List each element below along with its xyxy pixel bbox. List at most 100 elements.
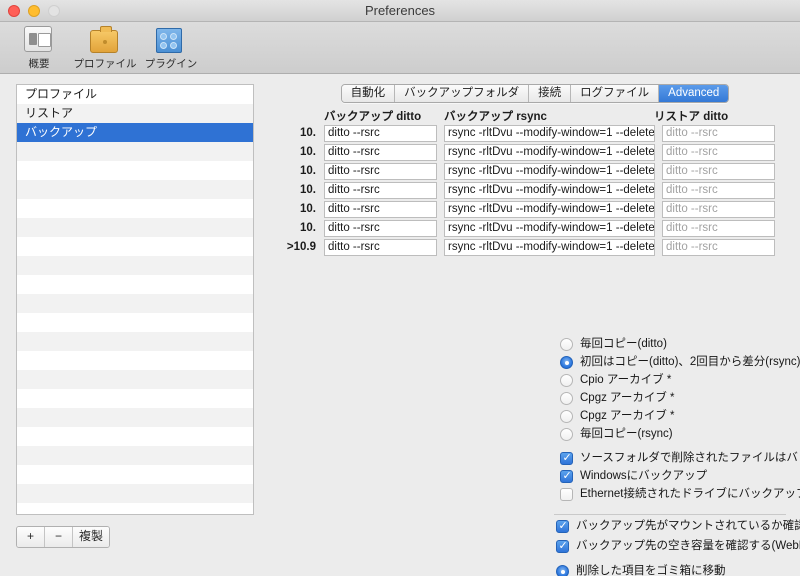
checkbox-icon-checked [556,519,569,533]
table-row: 10. ditto --rsrc rsync -rltDvu --modify-… [280,143,775,161]
list-item[interactable] [17,503,253,514]
row-version: 10. [300,146,316,158]
restore-ditto-field[interactable]: ditto --rsrc [662,238,775,256]
list-item[interactable] [17,446,253,465]
backup-ditto-field[interactable]: ditto --rsrc [324,124,437,142]
restore-ditto-field[interactable]: ditto --rsrc [662,162,775,180]
list-item[interactable] [17,180,253,199]
sidebar-item-label: プロファイル [25,87,98,101]
column-header-backup-ditto: バックアップ ditto [324,111,422,123]
row-version: 10. [300,165,316,177]
table-header-row: バックアップ ditto バックアップ rsync リストア ditto [280,108,775,124]
row-version: 10. [300,184,316,196]
list-item[interactable] [17,313,253,332]
radio-icon [560,338,573,351]
backup-rsync-field[interactable]: rsync -rltDvu --modify-window=1 --delete [444,124,655,142]
radio-label: 削除した項目をゴミ箱に移動 [576,565,726,576]
radio-label: 毎回コピー(ditto) [580,338,667,350]
add-button[interactable]: + [17,527,45,547]
backup-ditto-field[interactable]: ditto --rsrc [324,238,437,256]
list-item[interactable] [17,237,253,256]
tab-logfile[interactable]: ログファイル [571,85,660,102]
backup-rsync-field[interactable]: rsync -rltDvu --modify-window=1 --delete [444,162,655,180]
tab-advanced[interactable]: Advanced [659,85,729,102]
backup-rsync-field[interactable]: rsync -rltDvu --modify-window=1 --delete [444,238,655,256]
checkbox-icon-checked [560,451,573,465]
toolbar-item-profile[interactable]: プロファイル [74,24,137,71]
radio-cpio-archive[interactable]: Cpio アーカイブ * [560,372,800,390]
backup-rsync-field[interactable]: rsync -rltDvu --modify-window=1 --delete [444,200,655,218]
backup-rsync-field[interactable]: rsync -rltDvu --modify-window=1 --delete [444,219,655,237]
restore-ditto-field[interactable]: ditto --rsrc [662,219,775,237]
backup-ditto-field[interactable]: ditto --rsrc [324,200,437,218]
checkbox-label: Ethernet接続されたドライブにバックアップ [580,488,800,500]
radio-cpgz-archive-1[interactable]: Cpgz アーカイブ * [560,390,800,408]
tab-bar: 自動化 バックアップフォルダ 接続 ログファイル Advanced [280,84,790,103]
backup-rsync-field[interactable]: rsync -rltDvu --modify-window=1 --delete [444,143,655,161]
checkbox-backup-ethernet-drive[interactable]: Ethernet接続されたドライブにバックアップ [560,486,800,504]
list-item[interactable] [17,465,253,484]
backup-ditto-field[interactable]: ditto --rsrc [324,143,437,161]
backup-ditto-field[interactable]: ditto --rsrc [324,162,437,180]
settings-pane: 自動化 バックアップフォルダ 接続 ログファイル Advanced バックアップ… [268,74,800,576]
restore-ditto-field[interactable]: ditto --rsrc [662,200,775,218]
radio-first-ditto-then-rsync[interactable]: 初回はコピー(ditto)、2回目から差分(rsync) [560,354,800,372]
list-item[interactable] [17,370,253,389]
checkbox-verify-free-space[interactable]: バックアップ先の空き容量を確認する(WebDAVの場合は確認しません) [556,538,800,558]
toolbar-item-overview[interactable]: 概要 [8,24,70,71]
list-item[interactable] [17,484,253,503]
restore-ditto-field[interactable]: ditto --rsrc [662,143,775,161]
restore-ditto-field[interactable]: ditto --rsrc [662,124,775,142]
table-row: 10. ditto --rsrc rsync -rltDvu --modify-… [280,162,775,180]
column-header-restore-ditto: リストア ditto [654,111,729,123]
sidebar-item-backup[interactable]: バックアップ [17,123,253,142]
row-version: 10. [300,203,316,215]
checkbox-backup-to-windows[interactable]: Windowsにバックアップ [560,468,800,486]
list-item[interactable] [17,275,253,294]
list-item[interactable] [17,294,253,313]
list-item[interactable] [17,256,253,275]
sidebar-item-label: バックアップ [25,125,98,139]
remove-button[interactable]: − [45,527,73,547]
backup-rsync-field[interactable]: rsync -rltDvu --modify-window=1 --delete [444,181,655,199]
briefcase-icon [90,26,120,54]
list-item[interactable] [17,427,253,446]
list-item[interactable] [17,332,253,351]
tab-backup-folder[interactable]: バックアップフォルダ [395,85,530,102]
list-item[interactable] [17,142,253,161]
list-item[interactable] [17,351,253,370]
duplicate-button[interactable]: 複製 [73,527,110,547]
radio-label: Cpgz アーカイブ * [580,392,675,404]
radio-move-to-trash[interactable]: 削除した項目をゴミ箱に移動 [556,563,800,576]
toolbar-item-plugin[interactable]: プラグイン [140,24,202,71]
checkbox-icon-checked [560,469,573,483]
tab-connection[interactable]: 接続 [529,85,572,102]
radio-cpgz-archive-2[interactable]: Cpgz アーカイブ * [560,408,800,426]
radio-copy-every-ditto[interactable]: 毎回コピー(ditto) [560,336,800,354]
sidebar-item-profile[interactable]: プロファイル [17,85,253,104]
list-item[interactable] [17,389,253,408]
column-header-backup-rsync: バックアップ rsync [444,111,547,123]
radio-icon [560,428,573,441]
profile-list[interactable]: プロファイル リストア バックアップ [16,84,254,515]
checkbox-delete-source-removed[interactable]: ソースフォルダで削除されたファイルはバックアップ先でも削除する [560,450,800,468]
checkbox-icon [560,488,573,501]
list-item[interactable] [17,218,253,237]
radio-icon [560,392,573,405]
checkbox-verify-mounted[interactable]: バックアップ先がマウントされているか確認する(FileVaultを使用中の場合は… [556,518,800,538]
restore-ditto-field[interactable]: ditto --rsrc [662,181,775,199]
radio-icon [560,374,573,387]
table-row: 10. ditto --rsrc rsync -rltDvu --modify-… [280,181,775,199]
list-item[interactable] [17,199,253,218]
list-item[interactable] [17,408,253,427]
radio-icon [560,410,573,423]
backup-ditto-field[interactable]: ditto --rsrc [324,219,437,237]
checkbox-label: Windowsにバックアップ [580,470,708,482]
checkbox-label: バックアップ先がマウントされているか確認する(FileVaultを使用中の場合は… [576,520,800,532]
backup-ditto-field[interactable]: ditto --rsrc [324,181,437,199]
overview-icon [24,26,54,54]
radio-copy-every-rsync[interactable]: 毎回コピー(rsync) [560,426,800,444]
list-item[interactable] [17,161,253,180]
tab-automation[interactable]: 自動化 [341,85,396,102]
sidebar-item-restore[interactable]: リストア [17,104,253,123]
